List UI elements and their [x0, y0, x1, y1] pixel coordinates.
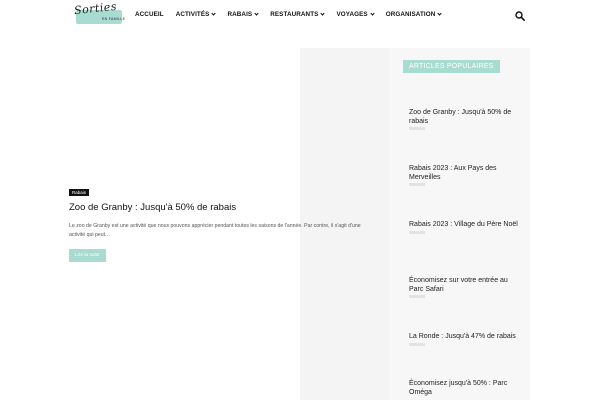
search-icon[interactable] — [515, 8, 525, 21]
page-margin — [530, 48, 600, 400]
sidebar-post[interactable]: Rabais 2023 : Aux Pays des Merveilles — [409, 165, 521, 186]
category-badge[interactable]: Rabais — [69, 189, 90, 196]
chevron-down-icon — [320, 10, 326, 16]
sidebar-post-title[interactable]: La Ronde : Jusqu'à 47% de rabais — [409, 333, 521, 342]
sidebar-post-meta — [409, 183, 425, 186]
nav-item-activites[interactable]: ACTIVITÉS — [175, 10, 217, 18]
nav-item-voyages[interactable]: VOYAGES — [336, 10, 375, 18]
nav-item-restaurants[interactable]: RESTAURANTS — [270, 10, 326, 18]
nav-label: ACTIVITÉS — [175, 10, 210, 18]
sidebar-post-meta — [409, 230, 425, 234]
sidebar-post-meta — [409, 295, 425, 298]
logo-subtitle: EN FAMILLE — [102, 17, 126, 21]
nav-label: RABAIS — [227, 10, 253, 18]
sidebar-post-title[interactable]: Économisez sur votre entrée au Parc Safa… — [409, 277, 521, 294]
nav-label: VOYAGES — [336, 10, 368, 18]
sidebar-post-title[interactable]: Zoo de Granby : Jusqu'à 50% de rabais — [409, 109, 521, 126]
post-excerpt: Le zoo de Granby est une activité que no… — [69, 223, 361, 238]
sidebar-post[interactable]: La Ronde : Jusqu'à 47% de rabais — [409, 333, 521, 346]
sidebar-post-title[interactable]: Économisez jusqu'à 50% : Parc Oméga — [409, 380, 521, 397]
sidebar-post-title[interactable]: Rabais 2023 : Village du Père Noël — [409, 221, 521, 230]
sidebar-post[interactable]: Zoo de Granby : Jusqu'à 50% de rabais — [409, 109, 521, 130]
sidebar-post-meta — [409, 127, 425, 130]
post-title[interactable]: Zoo de Granby : Jusqu'à 50% de rabais — [69, 202, 236, 213]
widget-title: ARTICLES POPULAIRES — [403, 60, 500, 73]
sidebar-post[interactable]: Rabais 2023 : Village du Père Noël — [409, 221, 521, 234]
chevron-down-icon — [254, 10, 259, 16]
nav-label: ACCUEIL — [135, 10, 164, 18]
chevron-down-icon — [211, 10, 217, 16]
nav-item-rabais[interactable]: RABAIS — [227, 10, 259, 18]
sidebar-post[interactable]: Économisez sur votre entrée au Parc Safa… — [409, 277, 521, 298]
site-header: Sorties EN FAMILLE ACCUEIL ACTIVITÉS RAB… — [0, 0, 600, 28]
nav-item-accueil[interactable]: ACCUEIL — [135, 11, 164, 18]
sidebar-post[interactable]: Économisez jusqu'à 50% : Parc Oméga — [409, 380, 521, 397]
chevron-down-icon — [437, 10, 443, 16]
chevron-down-icon — [370, 10, 375, 16]
nav-item-organisation[interactable]: ORGANISATION — [385, 10, 443, 18]
nav-label: RESTAURANTS — [270, 10, 319, 18]
nav-label: ORGANISATION — [385, 10, 436, 18]
read-more-button[interactable]: Lire la suite — [69, 249, 106, 262]
main-nav: ACCUEIL ACTIVITÉS RABAIS RESTAURANTS VOY… — [135, 0, 453, 28]
sidebar-post-meta — [409, 342, 425, 346]
site-logo[interactable]: Sorties EN FAMILLE — [72, 0, 126, 26]
sidebar-post-title[interactable]: Rabais 2023 : Aux Pays des Merveilles — [409, 165, 521, 182]
